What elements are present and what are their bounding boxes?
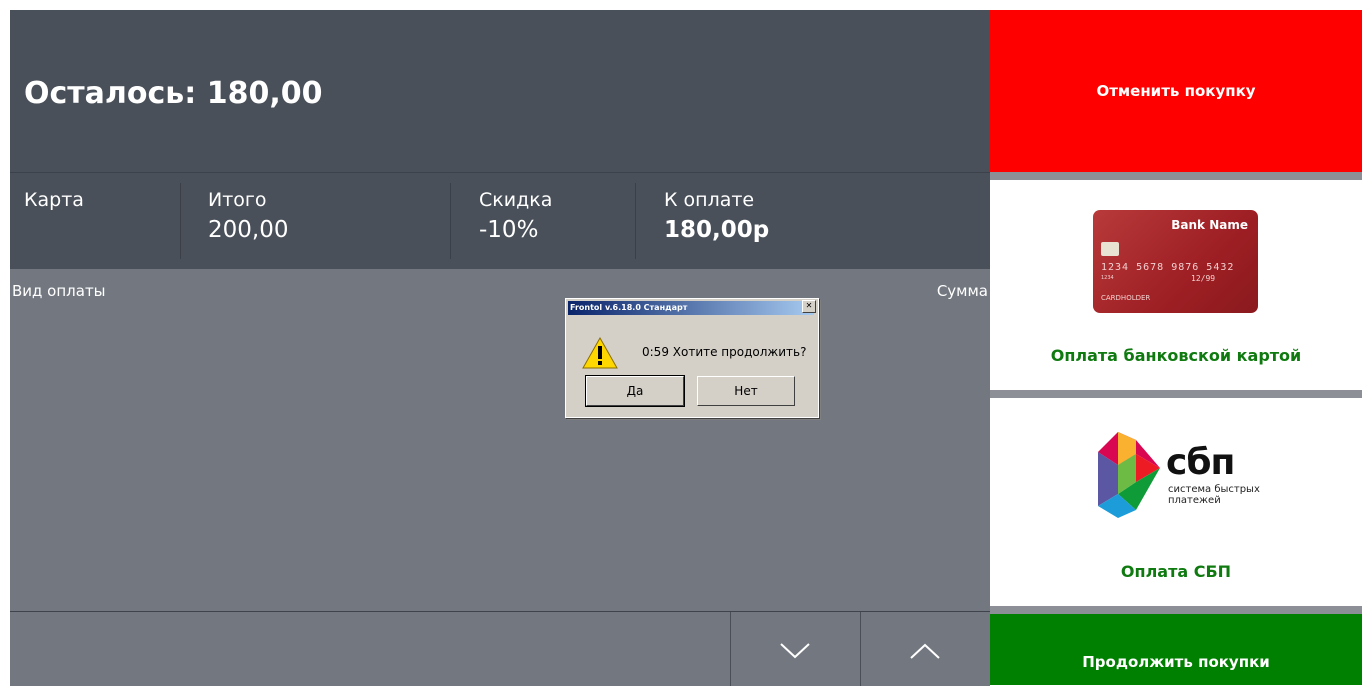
discount-cell: Скидка -10%	[465, 173, 635, 269]
sbp-subtitle-line2: платежей	[1168, 495, 1221, 506]
actions-panel: Отменить покупку Bank Name 1234 5678 987…	[990, 10, 1362, 685]
amount-column-header: Сумма	[936, 282, 988, 300]
discount-label: Скидка	[479, 189, 553, 211]
card-number: 1234 5678 9876 5432	[1101, 262, 1235, 273]
payment-screen: Осталось: 180,00 Карта Итого 200,00 Скид…	[0, 0, 1362, 686]
bank-card-image: Bank Name 1234 5678 9876 5432 1234 12/99…	[1093, 210, 1258, 313]
chip-icon	[1101, 242, 1119, 256]
sbp-payment-label: Оплата СБП	[1120, 562, 1232, 581]
due-label: К оплате	[664, 189, 755, 211]
close-icon[interactable]: ✕	[802, 300, 816, 313]
total-value: 200,00	[208, 217, 289, 243]
sbp-wordmark: сбп	[1166, 442, 1235, 483]
divider	[635, 183, 636, 259]
continue-shopping-button[interactable]: Продолжить покупки	[990, 614, 1362, 685]
warning-icon	[582, 337, 618, 369]
due-value: 180,00р	[664, 217, 770, 243]
no-button[interactable]: Нет	[697, 376, 795, 406]
total-cell: Итого 200,00	[194, 173, 450, 269]
scroll-up-button[interactable]	[860, 612, 989, 686]
sbp-triangle-icon	[1098, 432, 1160, 518]
sbp-logo: сбп система быстрых платежей	[1096, 430, 1276, 520]
card-cell: Карта	[10, 173, 180, 269]
confirm-dialog: Frontol v.6.18.0 Стандарт ✕ 0:59 Хотите …	[565, 298, 819, 418]
remaining-header: Осталось: 180,00	[10, 10, 990, 173]
bank-card-payment-label: Оплата банковской картой	[1050, 346, 1302, 365]
scroll-down-button[interactable]	[730, 612, 859, 686]
card-holder: CARDHOLDER	[1101, 294, 1151, 302]
total-label: Итого	[208, 189, 267, 211]
due-cell: К оплате 180,00р	[650, 173, 950, 269]
cancel-purchase-button[interactable]: Отменить покупку	[990, 10, 1362, 172]
sbp-payment-button[interactable]: сбп система быстрых платежей Оплата СБП	[990, 398, 1362, 606]
payment-type-column-header: Вид оплаты	[12, 282, 106, 300]
remaining-amount: Осталось: 180,00	[24, 76, 323, 111]
dialog-title: Frontol v.6.18.0 Стандарт	[568, 301, 814, 315]
dialog-message: 0:59 Хотите продолжить?	[642, 345, 807, 359]
bank-card-payment-button[interactable]: Bank Name 1234 5678 9876 5432 1234 12/99…	[990, 180, 1362, 390]
sbp-subtitle-line1: система быстрых	[1168, 484, 1260, 495]
card-small-number: 1234	[1101, 275, 1114, 281]
card-label: Карта	[24, 189, 84, 211]
totals-summary: Карта Итого 200,00 Скидка -10% К оплате …	[10, 173, 990, 269]
card-valid-thru: 12/99	[1191, 274, 1216, 283]
bottom-toolbar	[10, 611, 990, 686]
payment-panel: Осталось: 180,00 Карта Итого 200,00 Скид…	[10, 10, 990, 686]
card-bank-name: Bank Name	[1171, 218, 1248, 232]
divider	[180, 183, 181, 259]
chevron-up-icon	[910, 643, 940, 659]
chevron-down-icon	[780, 643, 810, 659]
yes-button[interactable]: Да	[585, 375, 685, 407]
discount-value: -10%	[479, 217, 539, 243]
divider	[450, 183, 451, 259]
